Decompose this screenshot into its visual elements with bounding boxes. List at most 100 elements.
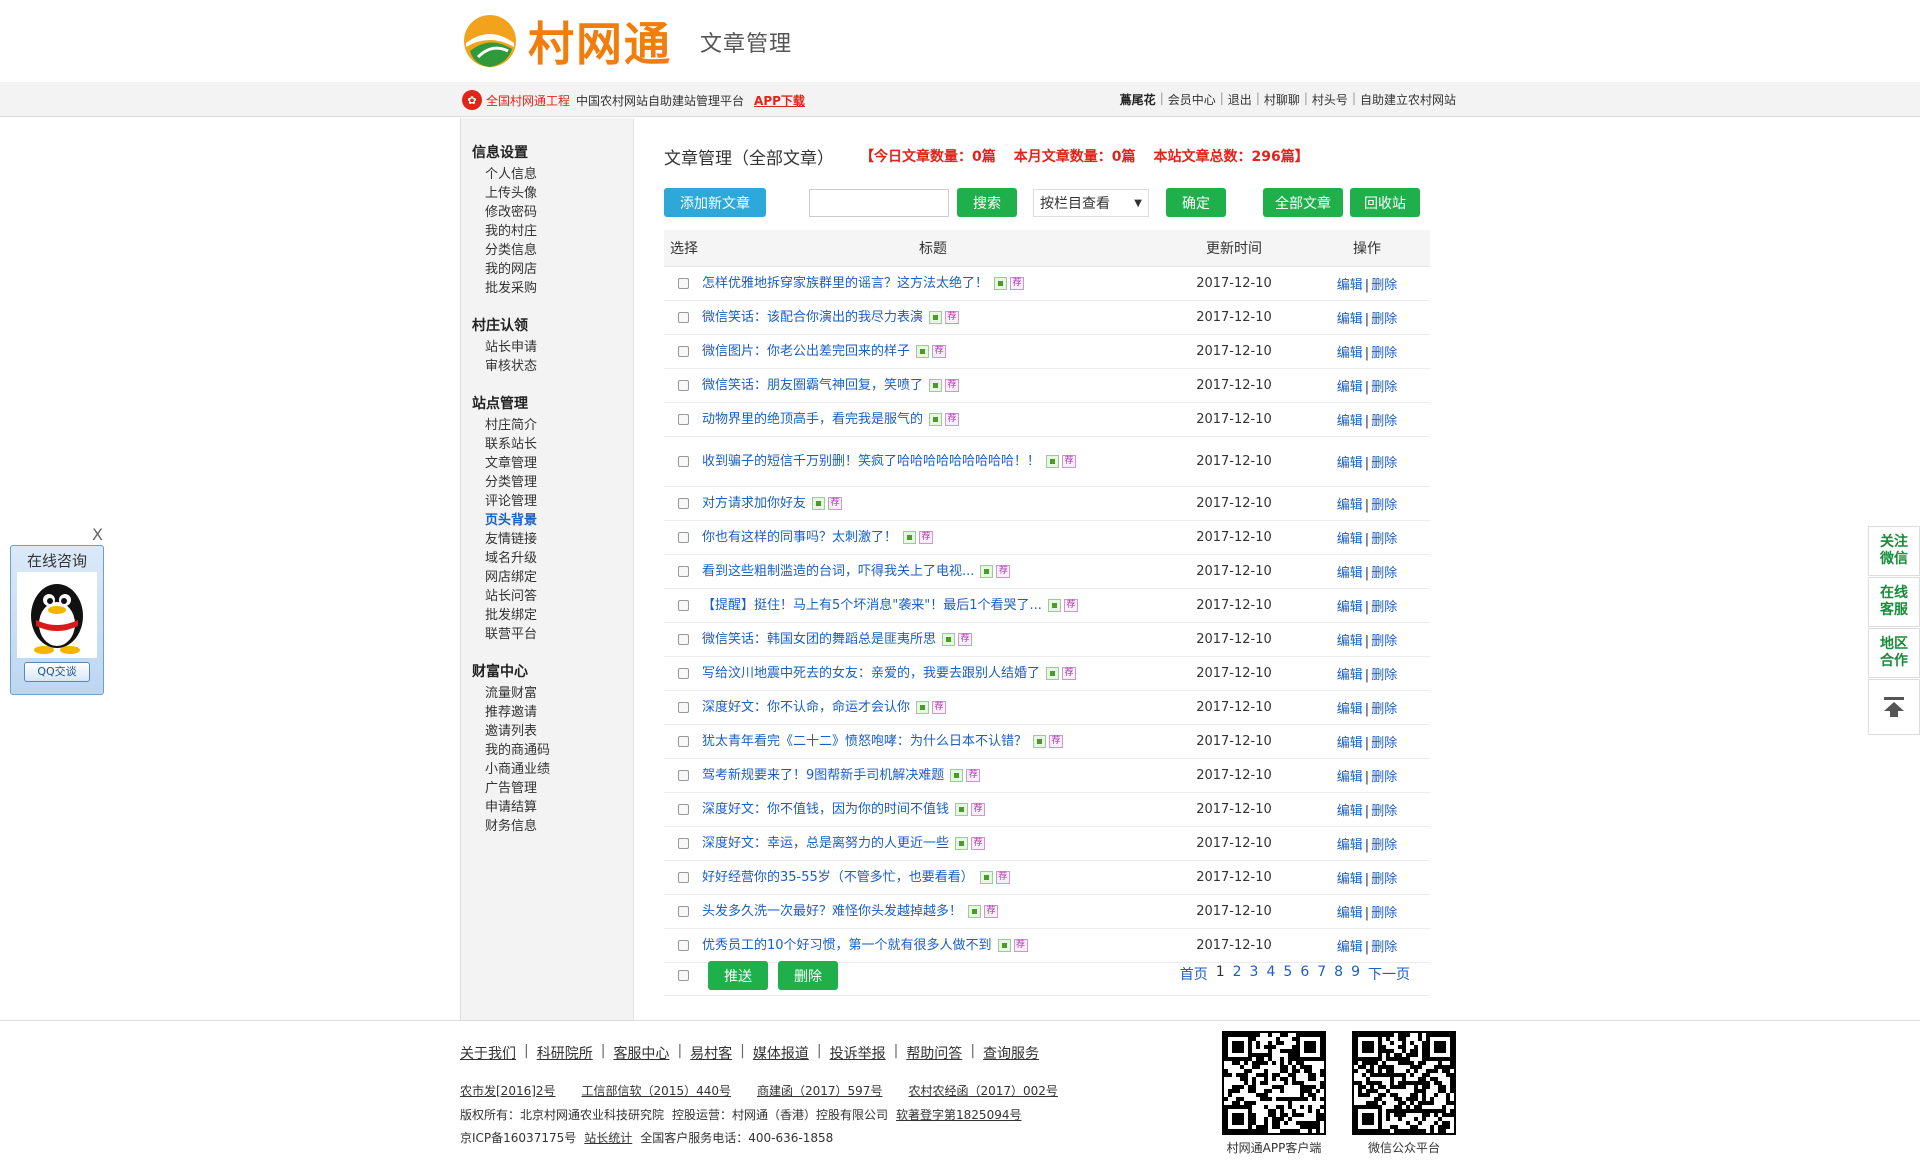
edit-link[interactable]: 编辑: [1337, 736, 1363, 751]
delete-link[interactable]: 删除: [1371, 770, 1397, 785]
sidebar-item-apply[interactable]: 站长申请: [461, 338, 633, 357]
village-head-link[interactable]: 村头号: [1312, 91, 1348, 108]
sidebar-item-invite-list[interactable]: 邀请列表: [461, 722, 633, 741]
delete-link[interactable]: 删除: [1371, 312, 1397, 327]
article-title-link[interactable]: 微信图片：你老公出差完回来的样子: [702, 344, 910, 359]
edit-link[interactable]: 编辑: [1337, 414, 1363, 429]
row-checkbox[interactable]: [677, 871, 689, 883]
article-title-link[interactable]: 好好经营你的35-55岁（不管多忙，也要看看）: [702, 870, 974, 885]
row-checkbox[interactable]: [677, 939, 689, 951]
article-title-link[interactable]: 写给汶川地震中死去的女友：亲爱的，我要去跟别人结婚了: [702, 666, 1040, 681]
app-download-link[interactable]: APP下载: [754, 92, 805, 109]
edit-link[interactable]: 编辑: [1337, 346, 1363, 361]
sidebar-item-avatar[interactable]: 上传头像: [461, 184, 633, 203]
article-title-link[interactable]: 微信笑话：朋友圈霸气神回复，笑喷了: [702, 378, 923, 393]
sidebar-item-password[interactable]: 修改密码: [461, 203, 633, 222]
row-checkbox[interactable]: [677, 277, 689, 289]
edit-link[interactable]: 编辑: [1337, 668, 1363, 683]
back-to-top-icon[interactable]: [1868, 679, 1920, 735]
sidebar-item-ads[interactable]: 广告管理: [461, 779, 633, 798]
page-next-link[interactable]: 下一页: [1368, 964, 1410, 984]
row-checkbox[interactable]: [677, 345, 689, 357]
footer-link-media[interactable]: 媒体报道: [753, 1043, 809, 1063]
article-title-link[interactable]: 驾考新规要来了！9图帮新手司机解决难题: [702, 768, 944, 783]
edit-link[interactable]: 编辑: [1337, 312, 1363, 327]
page-link[interactable]: 4: [1266, 964, 1275, 984]
footer-link-service[interactable]: 客服中心: [613, 1043, 669, 1063]
row-checkbox[interactable]: [677, 701, 689, 713]
footer-link-research[interactable]: 科研院所: [537, 1043, 593, 1063]
edit-link[interactable]: 编辑: [1337, 804, 1363, 819]
delete-link[interactable]: 删除: [1371, 380, 1397, 395]
logo[interactable]: 村网通: [462, 10, 692, 72]
sidebar-item-articles[interactable]: 文章管理: [461, 454, 633, 473]
article-title-link[interactable]: 深度好文：幸运，总是离努力的人更近一些: [702, 836, 949, 851]
push-button[interactable]: 推送: [708, 961, 768, 990]
edit-link[interactable]: 编辑: [1337, 532, 1363, 547]
row-checkbox[interactable]: [677, 531, 689, 543]
page-first-link[interactable]: 首页: [1180, 964, 1208, 984]
edit-link[interactable]: 编辑: [1337, 940, 1363, 955]
recycle-bin-button[interactable]: 回收站: [1350, 188, 1420, 217]
all-articles-button[interactable]: 全部文章: [1263, 188, 1343, 217]
edit-link[interactable]: 编辑: [1337, 702, 1363, 717]
row-checkbox[interactable]: [677, 905, 689, 917]
delete-link[interactable]: 删除: [1371, 736, 1397, 751]
delete-link[interactable]: 删除: [1371, 498, 1397, 513]
delete-link[interactable]: 删除: [1371, 532, 1397, 547]
row-checkbox[interactable]: [677, 413, 689, 425]
delete-link[interactable]: 删除: [1371, 566, 1397, 581]
article-title-link[interactable]: 犹太青年看完《二十二》愤怒咆哮：为什么日本不认错？: [702, 734, 1027, 749]
article-title-link[interactable]: 收到骗子的短信千万别删！笑疯了哈哈哈哈哈哈哈哈哈！！: [702, 454, 1040, 469]
reg-link[interactable]: 农村农经函（2017）002号: [908, 1082, 1057, 1099]
footer-link-about[interactable]: 关于我们: [460, 1043, 516, 1063]
search-button[interactable]: 搜索: [957, 188, 1017, 217]
reg-link[interactable]: 工信部信软（2015）440号: [582, 1082, 731, 1099]
sidebar-item-finance[interactable]: 财务信息: [461, 817, 633, 836]
reg-link[interactable]: 农市发[2016]2号: [460, 1082, 556, 1099]
row-checkbox[interactable]: [677, 837, 689, 849]
project-link[interactable]: 全国村网通工程: [486, 92, 570, 109]
delete-link[interactable]: 删除: [1371, 600, 1397, 615]
sidebar-item-profile[interactable]: 个人信息: [461, 165, 633, 184]
follow-wechat-button[interactable]: 关注 微信: [1868, 526, 1920, 576]
reg-link[interactable]: 商建函（2017）597号: [757, 1082, 882, 1099]
article-title-link[interactable]: 微信笑话：韩国女团的舞蹈总是匪夷所思: [702, 632, 936, 647]
article-title-link[interactable]: 头发多久洗一次最好？难怪你头发越掉越多！: [702, 904, 962, 919]
article-title-link[interactable]: 深度好文：你不值钱，因为你的时间不值钱: [702, 802, 949, 817]
soft-reg-link[interactable]: 软著登字第1825094号: [896, 1106, 1021, 1123]
page-link[interactable]: 8: [1334, 964, 1343, 984]
article-title-link[interactable]: 对方请求加你好友: [702, 496, 806, 511]
sidebar-item-merchant-perf[interactable]: 小商通业绩: [461, 760, 633, 779]
bulk-delete-button[interactable]: 删除: [778, 961, 838, 990]
article-title-link[interactable]: 微信笑话：该配合你演出的我尽力表演: [702, 310, 923, 325]
row-checkbox[interactable]: [677, 667, 689, 679]
footer-link-help[interactable]: 帮助问答: [906, 1043, 962, 1063]
page-link[interactable]: 3: [1250, 964, 1259, 984]
row-checkbox[interactable]: [677, 497, 689, 509]
footer-link-yicunke[interactable]: 易村客: [690, 1043, 732, 1063]
page-link[interactable]: 9: [1351, 964, 1360, 984]
article-title-link[interactable]: 动物界里的绝顶高手，看完我是服气的: [702, 412, 923, 427]
close-icon[interactable]: X: [92, 525, 103, 544]
row-checkbox[interactable]: [677, 633, 689, 645]
edit-link[interactable]: 编辑: [1337, 278, 1363, 293]
row-checkbox[interactable]: [677, 311, 689, 323]
edit-link[interactable]: 编辑: [1337, 770, 1363, 785]
online-service-button[interactable]: 在线 客服: [1868, 577, 1920, 627]
row-checkbox[interactable]: [677, 379, 689, 391]
add-article-button[interactable]: 添加新文章: [664, 188, 766, 217]
edit-link[interactable]: 编辑: [1337, 566, 1363, 581]
sidebar-item-my-village[interactable]: 我的村庄: [461, 222, 633, 241]
sidebar-item-qa[interactable]: 站长问答: [461, 587, 633, 606]
delete-link[interactable]: 删除: [1371, 804, 1397, 819]
sidebar-item-merchant-code[interactable]: 我的商通码: [461, 741, 633, 760]
build-site-link[interactable]: 自助建立农村网站: [1360, 91, 1456, 108]
member-center-link[interactable]: 会员中心: [1168, 91, 1216, 108]
stats-link[interactable]: 站长统计: [584, 1129, 632, 1146]
category-select[interactable]: 按栏目查看 ▼: [1033, 189, 1149, 217]
edit-link[interactable]: 编辑: [1337, 600, 1363, 615]
edit-link[interactable]: 编辑: [1337, 838, 1363, 853]
sidebar-item-classified[interactable]: 分类信息: [461, 241, 633, 260]
sidebar-item-wholesale[interactable]: 批发采购: [461, 279, 633, 298]
